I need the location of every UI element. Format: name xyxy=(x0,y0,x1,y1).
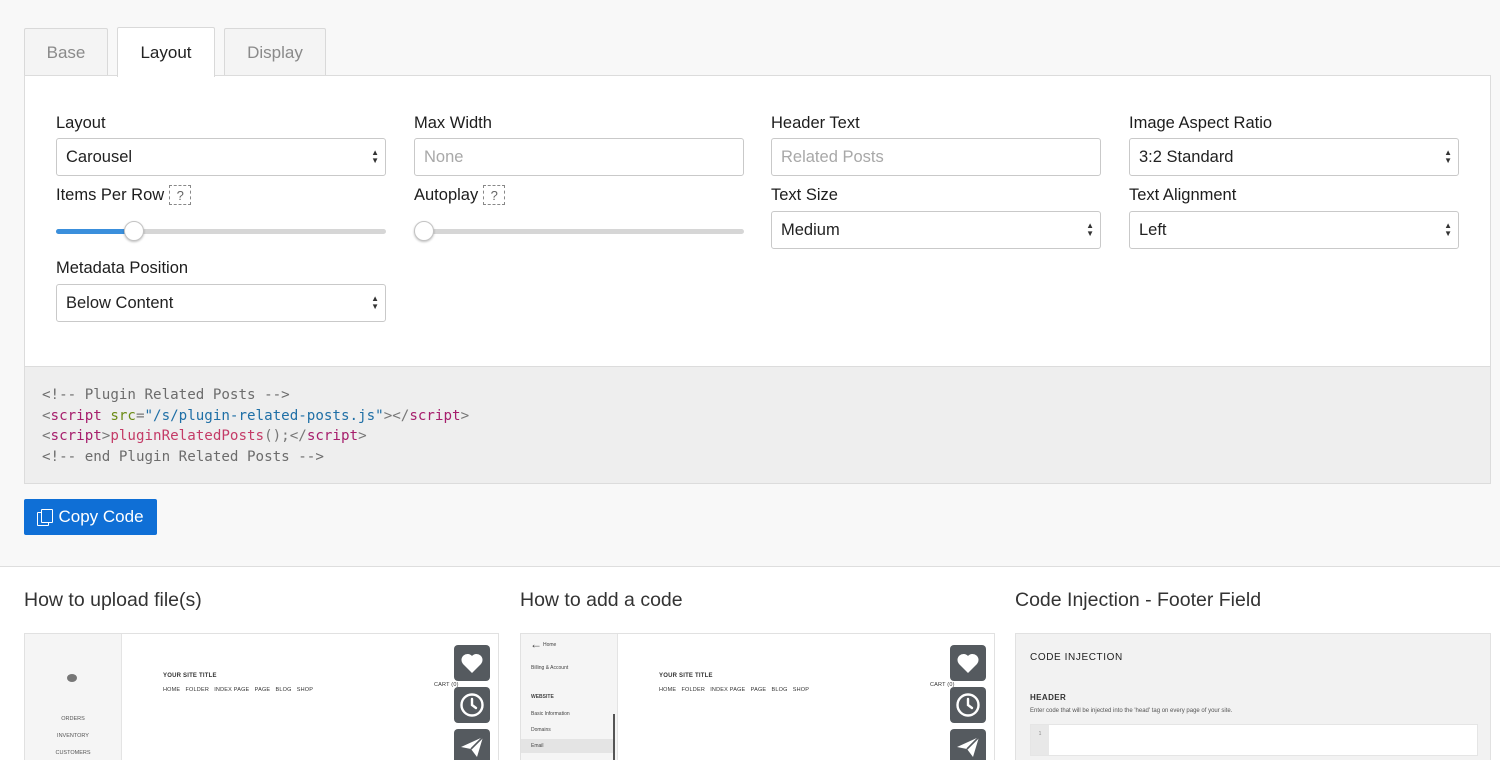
select-arrows-icon: ▲ ▼ xyxy=(1444,148,1452,165)
metadata-position-field: Metadata Position xyxy=(56,257,188,279)
copy-icon xyxy=(37,509,54,526)
thumb-side-item: ORDERS xyxy=(61,716,85,722)
thumb-line-number: 1 xyxy=(1031,725,1049,755)
video-actions xyxy=(950,645,986,760)
max-width-placeholder: None xyxy=(424,147,464,166)
autoplay-label: Autoplay xyxy=(414,185,479,204)
text-size-field: Text Size xyxy=(771,184,838,206)
help-icon[interactable]: ? xyxy=(169,185,192,205)
code-line-3: <script>pluginRelatedPosts();</script> xyxy=(42,428,367,445)
clock-icon[interactable] xyxy=(454,687,490,723)
select-arrows-icon: ▲ ▼ xyxy=(1086,221,1094,238)
max-width-input[interactable]: None xyxy=(414,138,744,176)
thumb-side-item: Domains xyxy=(531,727,551,733)
thumb-side-item: Email xyxy=(531,743,544,749)
video-title-add-code: How to add a code xyxy=(520,589,683,611)
slider-thumb[interactable] xyxy=(124,221,145,241)
tab-base[interactable]: Base xyxy=(24,28,108,76)
code-line-1: <!-- Plugin Related Posts --> xyxy=(42,387,290,403)
copy-code-label: Copy Code xyxy=(58,507,144,526)
thumb-side-item: Home xyxy=(543,642,557,648)
metadata-position-value: Below Content xyxy=(66,293,174,312)
video-title-code-injection: Code Injection - Footer Field xyxy=(1015,589,1262,611)
thumb-site-title: YOUR SITE TITLE xyxy=(659,673,713,679)
clock-icon[interactable] xyxy=(950,687,986,723)
thumb-side-item: Basic Information xyxy=(531,711,570,717)
slider-track xyxy=(414,229,744,234)
video-thumbnail-upload[interactable]: ORDERS INVENTORY CUSTOMERS YOUR SITE TIT… xyxy=(24,633,499,760)
thumb-code-box: 1 xyxy=(1030,724,1478,756)
help-icon[interactable]: ? xyxy=(483,185,506,205)
send-icon[interactable] xyxy=(454,729,490,760)
autoplay-field: Autoplay ? xyxy=(414,184,506,206)
slider-thumb[interactable] xyxy=(414,221,434,241)
text-size-label: Text Size xyxy=(771,185,838,204)
layout-select-value: Carousel xyxy=(66,147,133,166)
select-arrows-icon: ▲ ▼ xyxy=(371,294,379,311)
thumb-side-section: WEBSITE xyxy=(531,694,554,700)
tab-display[interactable]: Display xyxy=(224,28,326,76)
video-title-upload: How to upload file(s) xyxy=(24,589,202,611)
video-actions xyxy=(454,645,490,760)
text-alignment-field: Text Alignment xyxy=(1129,184,1236,206)
slider-fill xyxy=(56,229,135,234)
thumb-site-title: YOUR SITE TITLE xyxy=(163,673,217,679)
thumb-scrollbar xyxy=(613,714,615,760)
items-per-row-field: Items Per Row ? xyxy=(56,184,192,206)
layout-select[interactable]: Carousel ▲ ▼ xyxy=(56,138,386,176)
code-snippet[interactable]: <!-- Plugin Related Posts --> <script sr… xyxy=(24,366,1491,484)
logo-icon xyxy=(67,674,77,682)
image-aspect-ratio-select[interactable]: 3:2 Standard ▲ ▼ xyxy=(1129,138,1459,176)
heart-icon[interactable] xyxy=(950,645,986,681)
header-text-field: Header Text xyxy=(771,112,860,134)
thumb-side-item: Billing & Account xyxy=(531,665,569,671)
text-alignment-select[interactable]: Left ▲ ▼ xyxy=(1129,211,1459,249)
thumb-side-item: INVENTORY xyxy=(57,733,89,739)
text-alignment-value: Left xyxy=(1139,220,1167,239)
thumb-side-item: CUSTOMERS xyxy=(55,750,91,756)
tab-bar: Base Layout Display xyxy=(24,27,335,77)
max-width-field: Max Width xyxy=(414,112,492,134)
code-line-4: <!-- end Plugin Related Posts --> xyxy=(42,448,324,465)
metadata-position-label: Metadata Position xyxy=(56,258,189,277)
metadata-position-select[interactable]: Below Content ▲ ▼ xyxy=(56,284,386,322)
select-arrows-icon: ▲ ▼ xyxy=(371,148,379,165)
code-line-2: <script src="/s/plugin-related-posts.js"… xyxy=(42,407,470,424)
layout-label: Layout xyxy=(56,113,106,132)
image-aspect-ratio-label: Image Aspect Ratio xyxy=(1129,113,1273,132)
autoplay-slider[interactable] xyxy=(414,221,744,241)
header-text-input[interactable]: Related Posts xyxy=(771,138,1101,176)
image-aspect-ratio-value: 3:2 Standard xyxy=(1139,147,1234,166)
items-per-row-slider[interactable] xyxy=(56,221,386,241)
text-size-value: Medium xyxy=(781,220,840,239)
select-arrows-icon: ▲ ▼ xyxy=(1444,221,1452,238)
tab-layout[interactable]: Layout xyxy=(117,27,215,77)
text-alignment-label: Text Alignment xyxy=(1129,185,1237,204)
video-thumbnail-add-code[interactable]: ← Home Billing & Account WEBSITE Basic I… xyxy=(520,633,995,760)
back-arrow-icon: ← xyxy=(530,637,542,651)
copy-code-button[interactable]: Copy Code xyxy=(24,499,157,535)
thumb-section-header: HEADER xyxy=(1030,693,1067,702)
max-width-label: Max Width xyxy=(414,113,492,132)
thumb-nav: HOME FOLDER INDEX PAGE PAGE BLOG SHOP xyxy=(163,687,314,693)
thumb-nav: HOME FOLDER INDEX PAGE PAGE BLOG SHOP xyxy=(659,687,810,693)
header-text-placeholder: Related Posts xyxy=(781,147,884,166)
send-icon[interactable] xyxy=(950,729,986,760)
video-thumbnail-code-injection[interactable]: CODE INJECTION HEADER Enter code that wi… xyxy=(1015,633,1491,760)
thumb-sidebar: ← Home Billing & Account WEBSITE Basic I… xyxy=(521,634,617,760)
header-text-label: Header Text xyxy=(771,113,860,132)
image-aspect-ratio-field: Image Aspect Ratio xyxy=(1129,112,1272,134)
layout-settings-panel: Layout Carousel ▲ ▼ Max Width None Header… xyxy=(24,75,1491,367)
layout-field: Layout xyxy=(56,112,106,134)
thumb-sidebar: ORDERS INVENTORY CUSTOMERS xyxy=(25,634,121,760)
items-per-row-label: Items Per Row xyxy=(56,185,165,204)
thumb-section-description: Enter code that will be injected into th… xyxy=(1030,708,1233,714)
thumb-panel-title: CODE INJECTION xyxy=(1030,652,1123,663)
text-size-select[interactable]: Medium ▲ ▼ xyxy=(771,211,1101,249)
thumb-site-preview: YOUR SITE TITLE HOME FOLDER INDEX PAGE P… xyxy=(617,634,994,760)
heart-icon[interactable] xyxy=(454,645,490,681)
thumb-site-preview: YOUR SITE TITLE HOME FOLDER INDEX PAGE P… xyxy=(121,634,498,760)
